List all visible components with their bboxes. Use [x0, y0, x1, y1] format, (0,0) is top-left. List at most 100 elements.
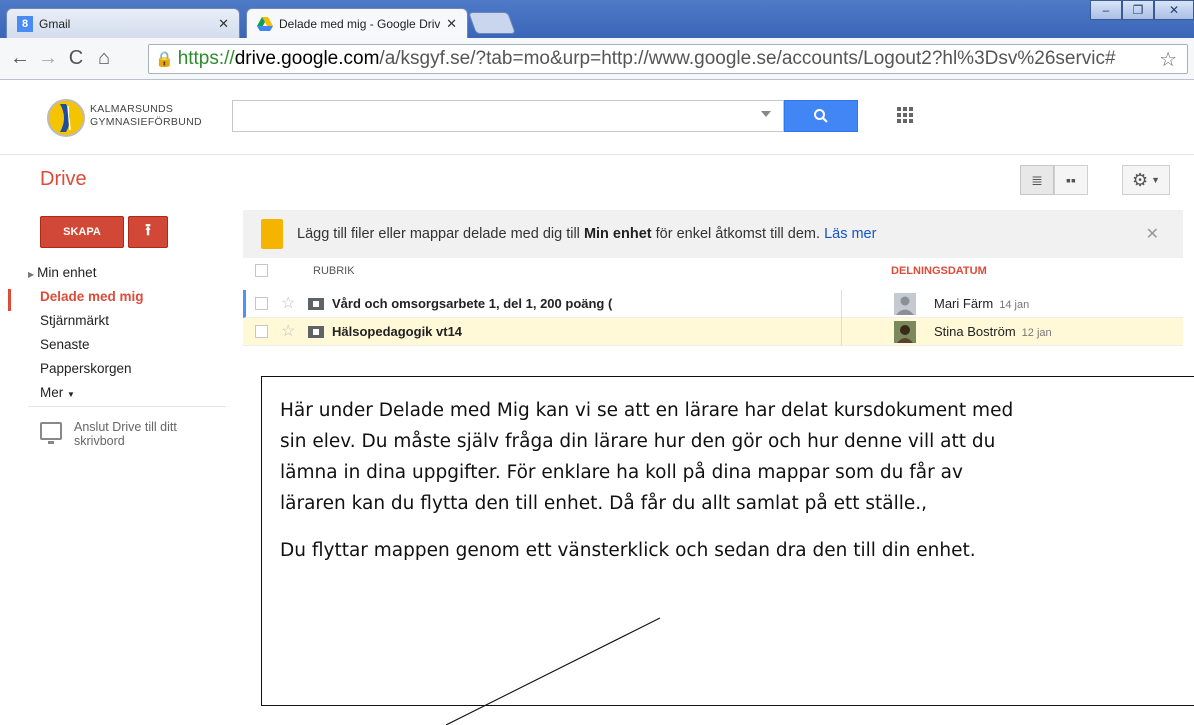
- sidebar-item-senaste[interactable]: Senaste: [28, 334, 144, 358]
- callout-line: Här under Delade med Mig kan vi se att e…: [280, 400, 1014, 421]
- callout-line: lämna in dina uppgifter. För enklare ha …: [280, 462, 963, 483]
- tab-label: Delade med mig - Google Driv: [279, 16, 441, 31]
- window-close-icon[interactable]: ✕: [1154, 0, 1194, 20]
- forward-icon[interactable]: →: [34, 47, 62, 70]
- create-button[interactable]: SKAPA: [40, 216, 124, 248]
- tab-drive[interactable]: Delade med mig - Google Driv ✕: [246, 8, 468, 38]
- banner-text-before: Lägg till filer eller mappar delade med …: [297, 226, 584, 242]
- annotation-callout: Här under Delade med Mig kan vi se att e…: [261, 376, 1194, 706]
- close-icon[interactable]: ✕: [1146, 224, 1159, 244]
- avatar: [894, 321, 916, 343]
- sidebar-item-label: Mer: [40, 385, 64, 400]
- banner-bold: Min enhet: [583, 226, 652, 242]
- upload-icon: ⭱: [145, 221, 151, 239]
- row-checkbox[interactable]: [255, 325, 268, 338]
- avatar: [894, 293, 916, 315]
- owner-cell: Mari Färm 14 jan: [934, 296, 1029, 311]
- app-title[interactable]: Drive: [40, 168, 87, 191]
- close-icon[interactable]: ✕: [446, 16, 457, 32]
- grid-view-icon[interactable]: ▪▪: [1054, 165, 1088, 195]
- upload-button[interactable]: ⭱: [128, 216, 168, 248]
- list-view-icon[interactable]: ≣: [1020, 165, 1054, 195]
- callout-line: läraren kan du flytta den till enhet. Då…: [280, 493, 928, 514]
- url-path: /a/ksgyf.se/?tab=mo&urp=http://www.googl…: [379, 48, 1116, 69]
- star-icon[interactable]: ☆: [281, 293, 295, 313]
- drive-icon: [257, 16, 273, 32]
- file-title[interactable]: Vård och omsorgsarbete 1, del 1, 200 poä…: [332, 296, 672, 311]
- callout-line: sin elev. Du måste själv fråga din lärar…: [280, 431, 996, 452]
- browser-tabstrip: 8 Gmail ✕ Delade med mig - Google Driv ✕…: [0, 0, 1194, 38]
- table-row[interactable]: ☆ Vård och omsorgsarbete 1, del 1, 200 p…: [243, 290, 1183, 318]
- table-row[interactable]: ☆ Hälsopedagogik vt14 Stina Boström 12 ja…: [243, 318, 1183, 346]
- gear-icon: ⚙: [1131, 169, 1149, 190]
- shared-folder-icon: [308, 298, 324, 310]
- header-divider: [0, 154, 1194, 155]
- owner-name: Mari Färm: [934, 296, 994, 311]
- back-icon[interactable]: ←: [6, 47, 34, 70]
- column-divider: [841, 318, 842, 346]
- select-all-checkbox[interactable]: [255, 264, 268, 277]
- chevron-down-icon: ▼: [1151, 175, 1161, 185]
- sidebar-item-min-enhet[interactable]: ▶ Min enhet: [28, 262, 144, 286]
- callout-second-paragraph: Du flyttar mappen genom ett vänsterklick…: [280, 540, 976, 561]
- shared-folder-icon: [261, 219, 283, 249]
- maximize-icon[interactable]: ❐: [1122, 0, 1154, 20]
- url-scheme: https://: [177, 48, 235, 69]
- search-button[interactable]: [784, 100, 858, 132]
- search-icon: [814, 109, 828, 123]
- sidebar-nav: ▶ Min enhet Delade med mig Stjärnmärkt Se…: [28, 262, 144, 406]
- banner-text-after: för enkel åtkomst till dem.: [651, 226, 825, 242]
- lock-icon: 🔒: [155, 51, 174, 68]
- owner-name: Stina Boström: [934, 324, 1016, 339]
- expand-icon[interactable]: ▶: [28, 270, 34, 279]
- view-toggle: ≣ ▪▪: [1020, 165, 1088, 195]
- connect-desktop-link[interactable]: Anslut Drive till ditt skrivbord: [40, 420, 177, 448]
- new-tab-button[interactable]: [467, 12, 517, 34]
- shared-folder-icon: [308, 326, 324, 338]
- sidebar-item-delade-med-mig[interactable]: Delade med mig: [28, 286, 144, 310]
- banner-text: Lägg till filer eller mappar delade med …: [297, 226, 876, 242]
- org-logo: [47, 99, 85, 137]
- home-icon[interactable]: ⌂: [90, 47, 118, 70]
- desktop-line1: Anslut Drive till ditt: [74, 420, 177, 434]
- column-header-shared-date[interactable]: DELNINGSDATUM: [891, 265, 987, 277]
- sidebar-item-stjarnmarkt[interactable]: Stjärnmärkt: [28, 310, 144, 334]
- owner-cell: Stina Boström 12 jan: [934, 324, 1052, 339]
- org-name-line2: GYMNASIEFÖRBUND: [90, 116, 202, 128]
- org-name-line1: KALMARSUNDS: [90, 103, 174, 115]
- org-name: KALMARSUNDS GYMNASIEFÖRBUND: [90, 103, 202, 129]
- settings-button[interactable]: ⚙ ▼: [1122, 165, 1170, 195]
- search-options-icon[interactable]: [761, 111, 771, 117]
- sidebar-item-mer[interactable]: Mer ▼: [28, 382, 144, 406]
- window-controls: – ❐ ✕: [1090, 0, 1194, 20]
- desktop-line2: skrivbord: [74, 434, 125, 448]
- row-checkbox[interactable]: [255, 297, 268, 310]
- shared-date: 14 jan: [999, 299, 1030, 311]
- sidebar-divider: [28, 406, 226, 407]
- sidebar-item-papperskorgen[interactable]: Papperskorgen: [28, 358, 144, 382]
- search-input[interactable]: [232, 100, 784, 132]
- apps-grid-icon[interactable]: [897, 107, 913, 123]
- browser-toolbar: ← → C ⌂ 🔒 https://drive.google.com/a/ksg…: [0, 38, 1194, 80]
- info-banner: Lägg till filer eller mappar delade med …: [243, 210, 1183, 258]
- sidebar-item-label: Min enhet: [37, 265, 97, 280]
- url-host: drive.google.com: [234, 48, 380, 69]
- tab-gmail[interactable]: 8 Gmail ✕: [6, 8, 240, 38]
- column-header-title[interactable]: RUBRIK: [313, 265, 355, 277]
- star-icon[interactable]: ☆: [281, 321, 295, 341]
- bookmark-star-icon[interactable]: ☆: [1159, 47, 1177, 72]
- file-title[interactable]: Hälsopedagogik vt14: [332, 324, 672, 339]
- address-bar[interactable]: 🔒 https://drive.google.com/a/ksgyf.se/?t…: [148, 44, 1188, 74]
- minimize-icon[interactable]: –: [1090, 0, 1122, 20]
- active-indicator: [8, 289, 11, 311]
- learn-more-link[interactable]: Läs mer: [824, 226, 876, 242]
- close-icon[interactable]: ✕: [218, 16, 229, 32]
- reload-icon[interactable]: C: [62, 47, 90, 70]
- monitor-icon: [40, 422, 62, 444]
- gmail-icon: 8: [17, 15, 33, 32]
- chevron-down-icon: ▼: [67, 390, 75, 399]
- shared-date: 12 jan: [1021, 327, 1052, 339]
- tab-label: Gmail: [39, 16, 71, 31]
- column-divider: [841, 290, 842, 318]
- table-header: RUBRIK DELNINGSDATUM: [243, 258, 1183, 286]
